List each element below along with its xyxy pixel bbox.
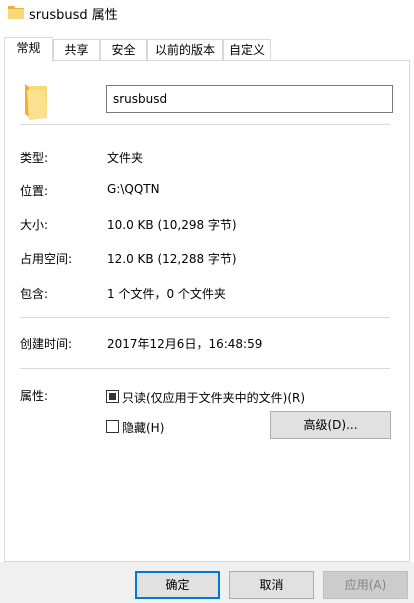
tab-security[interactable]: 安全: [100, 39, 147, 61]
size-on-disk-label: 占用空间:: [20, 252, 73, 266]
ok-button[interactable]: 确定: [135, 571, 220, 599]
tab-customize[interactable]: 自定义: [223, 39, 271, 61]
separator: [20, 368, 390, 369]
size-on-disk-value: 12.0 KB (12,288 字节): [107, 252, 237, 266]
location-value: G:\QQTN: [107, 182, 160, 196]
window-title: srusbusd 属性: [29, 8, 118, 23]
tab-general[interactable]: 常规: [4, 37, 53, 62]
contains-label: 包含:: [20, 287, 49, 301]
type-value: 文件夹: [107, 151, 144, 165]
readonly-label[interactable]: 只读(仅应用于文件夹中的文件)(R): [122, 389, 305, 406]
created-value: 2017年12月6日，16:48:59: [107, 337, 263, 351]
created-label: 创建时间:: [20, 337, 73, 351]
readonly-checkbox[interactable]: [106, 390, 119, 403]
tab-sharing[interactable]: 共享: [53, 39, 100, 61]
contains-value: 1 个文件，0 个文件夹: [107, 287, 226, 301]
advanced-button[interactable]: 高级(D)...: [270, 411, 391, 439]
separator: [20, 124, 390, 125]
hidden-label[interactable]: 隐藏(H): [122, 419, 164, 436]
cancel-button[interactable]: 取消: [229, 571, 314, 599]
tab-strip: 常规 共享 安全 以前的版本 自定义: [4, 37, 410, 62]
hidden-checkbox[interactable]: [106, 420, 119, 433]
apply-button[interactable]: 应用(A): [323, 571, 408, 599]
location-label: 位置:: [20, 184, 49, 198]
title-bar: srusbusd 属性: [0, 0, 414, 26]
size-label: 大小:: [20, 218, 49, 232]
folder-icon: [8, 6, 24, 19]
separator: [20, 317, 390, 318]
folder-name-input[interactable]: [106, 85, 393, 113]
folder-icon: [25, 84, 47, 120]
general-panel: [4, 60, 410, 562]
tab-previous-versions[interactable]: 以前的版本: [147, 39, 223, 61]
type-label: 类型:: [20, 151, 49, 165]
attributes-label: 属性:: [20, 389, 49, 403]
size-value: 10.0 KB (10,298 字节): [107, 218, 237, 232]
